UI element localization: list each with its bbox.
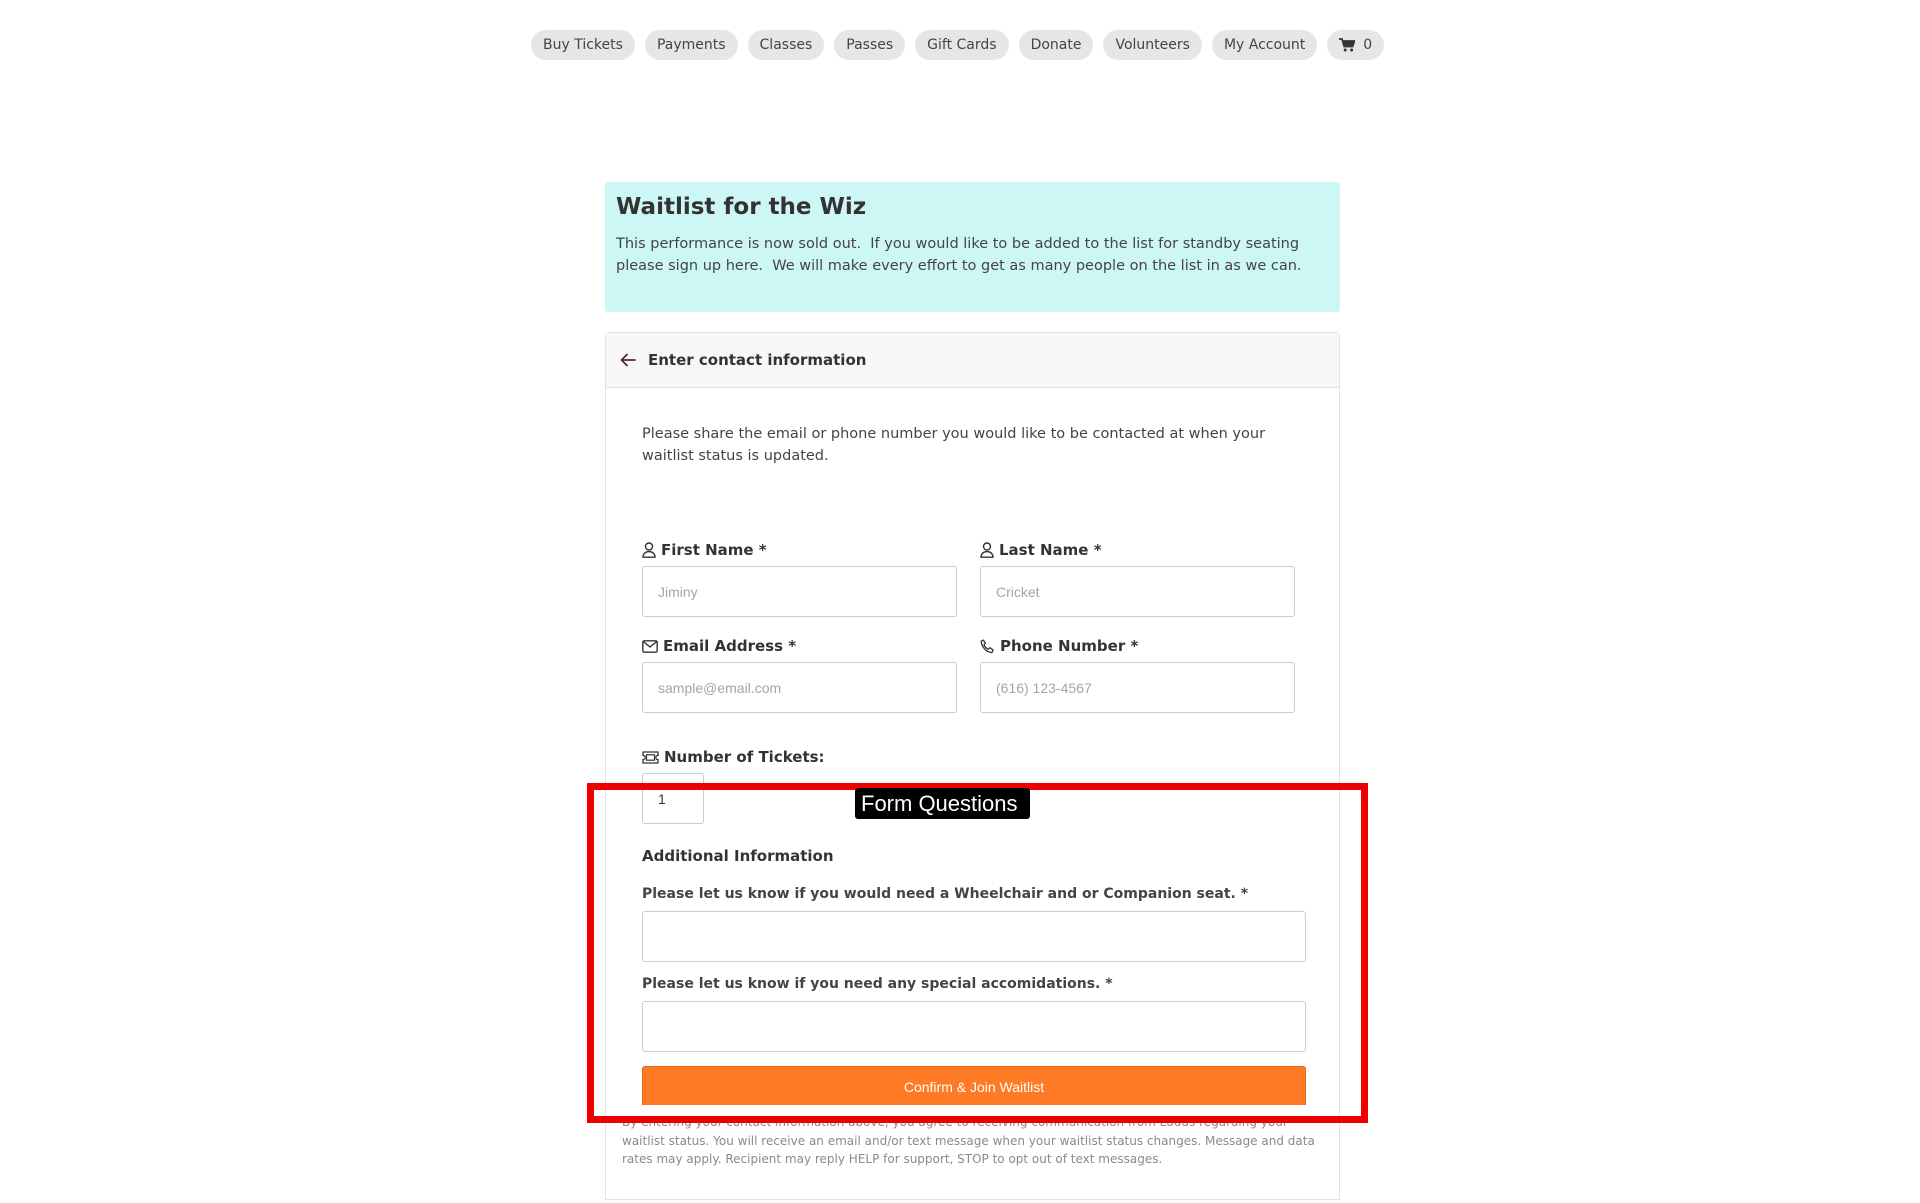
- waitlist-info-box: Waitlist for the Wiz This performance is…: [605, 182, 1340, 312]
- last-name-field: Last Name *: [980, 540, 1295, 617]
- first-name-input[interactable]: [642, 566, 957, 617]
- tickets-quantity-input[interactable]: [642, 773, 704, 824]
- waitlist-description: This performance is now sold out. If you…: [616, 235, 1304, 274]
- disclaimer-panel: By entering your contact information abo…: [605, 1105, 1340, 1200]
- tickets-field: Number of Tickets:: [642, 747, 825, 824]
- nav-buy-tickets[interactable]: Buy Tickets: [531, 30, 635, 60]
- accommodations-question-input[interactable]: [642, 1001, 1306, 1052]
- phone-icon: [980, 638, 995, 654]
- phone-label: Phone Number *: [1000, 637, 1139, 655]
- page-title: Waitlist for the Wiz: [616, 194, 867, 220]
- accommodations-question: Please let us know if you need any speci…: [642, 975, 1306, 1052]
- ticket-icon: [642, 750, 659, 764]
- additional-info-heading: Additional Information: [642, 847, 834, 865]
- user-icon: [980, 542, 994, 558]
- phone-input[interactable]: [980, 662, 1295, 713]
- nav-my-account[interactable]: My Account: [1211, 30, 1318, 60]
- last-name-label: Last Name *: [999, 541, 1102, 559]
- email-label: Email Address *: [663, 637, 797, 655]
- top-nav: Buy Tickets Payments Classes Passes Gift…: [531, 30, 1385, 60]
- cart-button[interactable]: 0: [1327, 30, 1385, 60]
- email-input[interactable]: [642, 662, 957, 713]
- nav-payments[interactable]: Payments: [644, 30, 738, 60]
- tickets-label: Number of Tickets:: [664, 748, 825, 766]
- contact-card: Enter contact information Please share t…: [605, 332, 1340, 1200]
- accommodations-question-label: Please let us know if you need any speci…: [642, 976, 1113, 992]
- phone-field: Phone Number *: [980, 636, 1295, 713]
- envelope-icon: [642, 639, 658, 653]
- nav-classes[interactable]: Classes: [747, 30, 825, 60]
- user-icon: [642, 542, 656, 558]
- email-field: Email Address *: [642, 636, 957, 713]
- nav-passes[interactable]: Passes: [834, 30, 906, 60]
- nav-volunteers[interactable]: Volunteers: [1103, 30, 1202, 60]
- arrow-left-icon[interactable]: [620, 353, 636, 367]
- nav-donate[interactable]: Donate: [1018, 30, 1094, 60]
- card-header: Enter contact information: [606, 333, 1339, 388]
- cart-count: 0: [1363, 37, 1373, 53]
- first-name-label: First Name *: [661, 541, 767, 559]
- consent-disclaimer: By entering your contact information abo…: [622, 1115, 1315, 1166]
- wheelchair-question: Please let us know if you would need a W…: [642, 885, 1306, 962]
- card-header-title: Enter contact information: [648, 351, 867, 369]
- nav-gift-cards[interactable]: Gift Cards: [915, 30, 1009, 60]
- form-questions-annotation-label: Form Questions: [855, 788, 1030, 819]
- last-name-input[interactable]: [980, 566, 1295, 617]
- contact-intro-text: Please share the email or phone number y…: [642, 426, 1266, 464]
- wheelchair-question-label: Please let us know if you would need a W…: [642, 886, 1249, 902]
- wheelchair-question-input[interactable]: [642, 911, 1306, 962]
- first-name-field: First Name *: [642, 540, 957, 617]
- cart-icon: [1339, 38, 1356, 52]
- confirm-join-waitlist-button[interactable]: Confirm & Join Waitlist: [642, 1066, 1306, 1108]
